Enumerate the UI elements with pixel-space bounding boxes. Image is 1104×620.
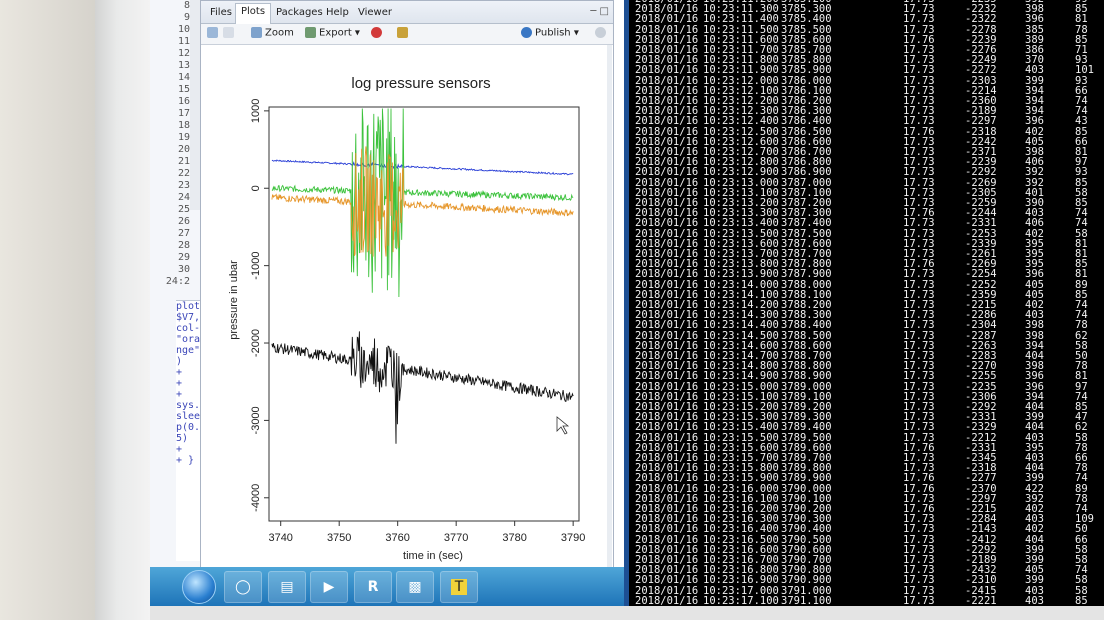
text-editor-icon: T: [450, 579, 468, 595]
series-line: [271, 159, 574, 176]
pressure-plot: log pressure sensors time in (sec) press…: [228, 75, 585, 562]
forward-arrow-icon[interactable]: [223, 27, 237, 39]
taskbar-r[interactable]: R: [354, 571, 392, 603]
x-tick-label: 3780: [502, 532, 526, 544]
line-number: 19: [177, 132, 190, 143]
ie-icon: ◯: [235, 579, 251, 595]
tab-help[interactable]: Help: [321, 5, 354, 20]
y-tick-label: -3000: [250, 406, 262, 434]
line-number: 16: [177, 96, 190, 107]
series-line: [271, 331, 574, 444]
plots-toolbar: Zoom Export ▾ Publish ▾: [201, 24, 613, 45]
tab-plots[interactable]: Plots: [235, 3, 272, 24]
back-arrow-icon[interactable]: [207, 27, 221, 39]
monitor-screen: 8 9 10 11 12 13 14 15 16 17 18 19 20 21 22 23 24 25 26 27 28…: [150, 0, 1104, 606]
monitor-bezel: [95, 0, 150, 620]
publish-label: Publish ▾: [535, 27, 579, 39]
x-tick-label: 3760: [385, 532, 409, 544]
x-axis-label: time in (sec): [403, 550, 463, 562]
y-tick-label: 1000: [250, 99, 262, 123]
publish-button[interactable]: Publish ▾: [521, 27, 579, 39]
export-icon: [305, 27, 316, 38]
plots-scrollbar[interactable]: [607, 45, 612, 591]
explorer-icon: ▤: [280, 579, 294, 595]
zoom-label: Zoom: [265, 27, 294, 39]
line-number: 22: [177, 168, 190, 179]
clear-plots-button[interactable]: [397, 27, 411, 39]
tab-viewer[interactable]: Viewer: [353, 5, 397, 20]
line-numbers: 8 9 10 11 12 13 14 15 16 17 18 19 20 21 22 23 24 25 26 27 28…: [154, 0, 190, 288]
line-number: 23: [177, 180, 190, 191]
line-number: 8: [183, 0, 190, 11]
r-icon: R: [367, 579, 379, 595]
line-number: 12: [177, 48, 190, 59]
line-number: 25: [177, 204, 190, 215]
line-number: 9: [183, 12, 190, 23]
line-number: 24:2: [165, 276, 190, 287]
line-number: 11: [177, 36, 190, 47]
taskbar-ie[interactable]: ◯: [224, 571, 262, 603]
line-number: 26: [177, 216, 190, 227]
zoom-icon: [251, 27, 262, 38]
line-number: 20: [177, 144, 190, 155]
editor-scrollbar[interactable]: [190, 0, 200, 210]
taskbar-explorer[interactable]: ▤: [268, 571, 306, 603]
y-tick-label: -2000: [250, 329, 262, 357]
tab-files[interactable]: Files: [205, 5, 237, 20]
line-number: 14: [177, 72, 190, 83]
y-tick-label: -1000: [250, 252, 262, 280]
line-number: 17: [177, 108, 190, 119]
plots-tabbar: Files Plots Packages Help Viewer ─ □: [201, 1, 613, 24]
plot-frame: [268, 106, 580, 522]
x-tick-label: 3750: [327, 532, 351, 544]
line-number: 18: [177, 120, 190, 131]
taskbar-media-player[interactable]: ▶: [310, 571, 348, 603]
line-number: 15: [177, 84, 190, 95]
x-tick-label: 3770: [444, 532, 468, 544]
mouse-cursor-icon: [556, 416, 570, 435]
plots-pane: Files Plots Packages Help Viewer ─ □ Zoo…: [200, 0, 614, 594]
wall-background: [0, 0, 95, 620]
cmd-icon: ▩: [408, 579, 422, 595]
y-tick-label: -4000: [250, 484, 262, 512]
line-number: 28: [177, 240, 190, 251]
pane-window-buttons[interactable]: ─ □: [590, 6, 609, 17]
media-player-icon: ▶: [323, 579, 335, 595]
y-axis-label: pressure in ubar: [228, 260, 240, 340]
series-layer: [271, 108, 574, 444]
tab-packages[interactable]: Packages: [271, 5, 328, 20]
x-tick-label: 3790: [561, 532, 585, 544]
taskbar-text-editor[interactable]: T: [440, 571, 478, 603]
zoom-button[interactable]: Zoom: [251, 27, 294, 39]
line-number: 10: [177, 24, 190, 35]
export-button[interactable]: Export ▾: [305, 27, 360, 39]
y-tick-label: 0: [250, 185, 262, 191]
remove-plot-icon: [371, 27, 382, 38]
series-line: [271, 108, 574, 298]
broom-icon: [397, 27, 408, 38]
line-number: 21: [177, 156, 190, 167]
line-number: 24: [177, 192, 190, 203]
remove-plot-button[interactable]: [371, 27, 385, 39]
line-number: 27: [177, 228, 190, 239]
refresh-icon[interactable]: [595, 27, 609, 39]
start-button-icon[interactable]: [182, 570, 216, 604]
axes: 3740 3750 3760 3770 3780 3790 -4000 -3000 -2000 -…: [250, 99, 585, 544]
publish-icon: [521, 27, 532, 38]
export-label: Export ▾: [319, 27, 360, 39]
line-number: 29: [177, 252, 190, 263]
line-number: 13: [177, 60, 190, 71]
line-number: 30: [177, 264, 190, 275]
x-tick-label: 3740: [268, 532, 292, 544]
chart-title: log pressure sensors: [351, 75, 490, 92]
terminal-window[interactable]: 2018/01/1610:23:11.2003785.20017.73-2235…: [624, 0, 1104, 606]
taskbar-cmd[interactable]: ▩: [396, 571, 434, 603]
